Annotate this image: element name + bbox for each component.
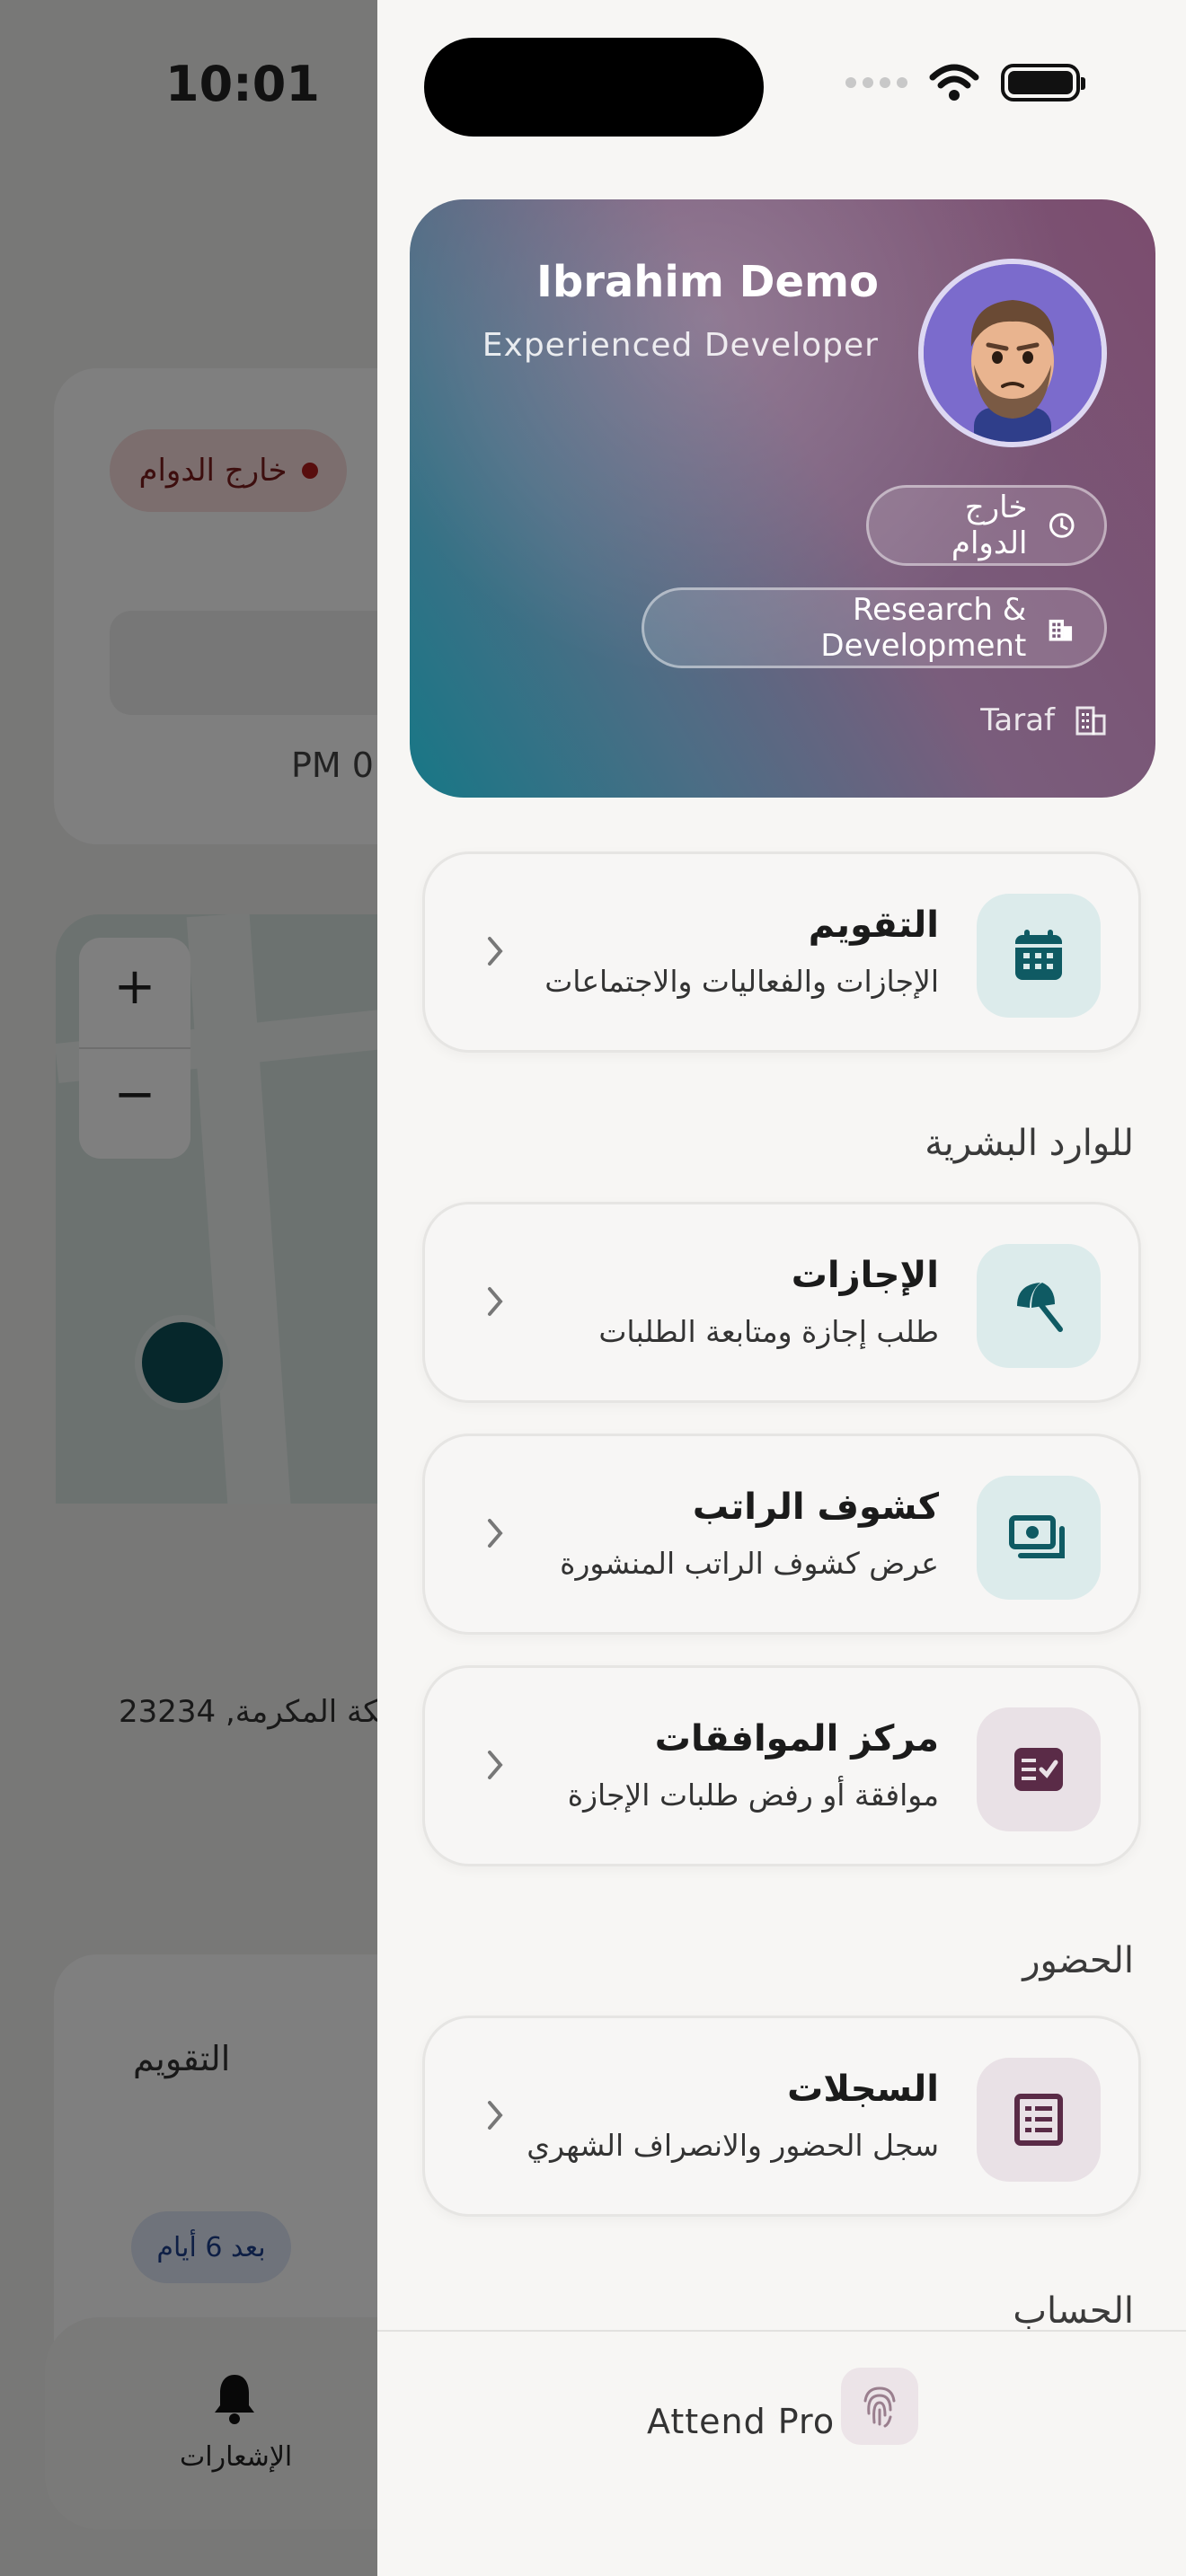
payslips-icon-box (977, 1476, 1101, 1600)
menu-item-title: التقويم (808, 904, 939, 946)
section-hr-heading: للوارد البشرية (925, 1123, 1134, 1164)
menu-item-leaves[interactable]: الإجازات طلب إجازة ومتابعة الطلبات (422, 1202, 1141, 1403)
money-icon (1009, 1515, 1065, 1558)
menu-item-subtitle: سجل الحضور والانصراف الشهري (527, 2128, 939, 2163)
menu-item-records[interactable]: السجلات سجل الحضور والانصراف الشهري (422, 2016, 1141, 2217)
chevron-left-icon (488, 2101, 503, 2130)
records-icon-box (977, 2058, 1101, 2182)
company-label: Taraf (980, 702, 1055, 738)
company-row: Taraf (980, 702, 1107, 738)
menu-item-title: الإجازات (791, 1255, 939, 1296)
calendar-icon-box (977, 894, 1101, 1018)
section-account-heading: الحساب (1013, 2290, 1134, 2332)
menu-item-calendar[interactable]: التقويم الإجازات والفعاليات والاجتماعات (422, 851, 1141, 1053)
avatar[interactable] (918, 259, 1107, 447)
menu-item-title: كشوف الراتب (692, 1486, 939, 1528)
menu-item-payslips[interactable]: كشوف الراتب عرض كشوف الراتب المنشورة (422, 1434, 1141, 1635)
building-icon (1049, 619, 1073, 641)
app-brand-name: Attend Pro (647, 2402, 836, 2441)
chevron-left-icon (488, 1519, 503, 1548)
drawer-footer: Attend Pro (377, 2330, 1186, 2576)
profile-name: Ibrahim Demo (535, 257, 879, 307)
department-label: Research & Development (820, 592, 1027, 664)
menu-item-subtitle: موافقة أو رفض طلبات الإجازة (567, 1778, 939, 1813)
fingerprint-logo (841, 2368, 918, 2445)
attendance-status-chip: خارج الدوام (866, 485, 1107, 566)
section-attendance-heading: الحضور (1022, 1940, 1134, 1981)
menu-item-subtitle: طلب إجازة ومتابعة الطلبات (598, 1314, 939, 1349)
dynamic-island (424, 38, 764, 137)
company-building-icon (1075, 706, 1106, 736)
avatar-face-icon (924, 264, 1102, 442)
menu-item-title: مركز الموافقات (654, 1718, 939, 1760)
menu-item-subtitle: الإجازات والفعاليات والاجتماعات (544, 964, 939, 999)
profile-role: Experienced Developer (482, 327, 879, 364)
status-icons (845, 63, 1085, 102)
department-chip: Research & Development (642, 587, 1107, 668)
chevron-left-icon (488, 1751, 503, 1779)
approval-checklist-icon (1014, 1748, 1063, 1791)
chevron-left-icon (488, 1287, 503, 1316)
status-time: 10:01 (165, 56, 320, 112)
menu-item-title: السجلات (787, 2069, 939, 2110)
fingerprint-icon (863, 2386, 896, 2428)
approvals-icon-box (977, 1707, 1101, 1831)
clock-icon (1049, 513, 1075, 538)
battery-icon (1001, 64, 1085, 101)
menu-item-subtitle: عرض كشوف الراتب المنشورة (560, 1546, 939, 1581)
chevron-left-icon (488, 937, 503, 966)
calendar-icon (1015, 930, 1062, 980)
profile-card[interactable]: Ibrahim Demo Experienced Developer خارج (410, 199, 1155, 798)
records-icon (1014, 2094, 1063, 2146)
attendance-status-label: خارج الدوام (951, 490, 1028, 561)
umbrella-icon (1017, 1283, 1063, 1332)
side-drawer: Ibrahim Demo Experienced Developer خارج (377, 0, 1186, 2576)
cellular-signal-icon (845, 77, 907, 88)
leaves-icon-box (977, 1244, 1101, 1368)
wifi-icon (929, 64, 979, 101)
menu-item-approvals[interactable]: مركز الموافقات موافقة أو رفض طلبات الإجا… (422, 1665, 1141, 1866)
